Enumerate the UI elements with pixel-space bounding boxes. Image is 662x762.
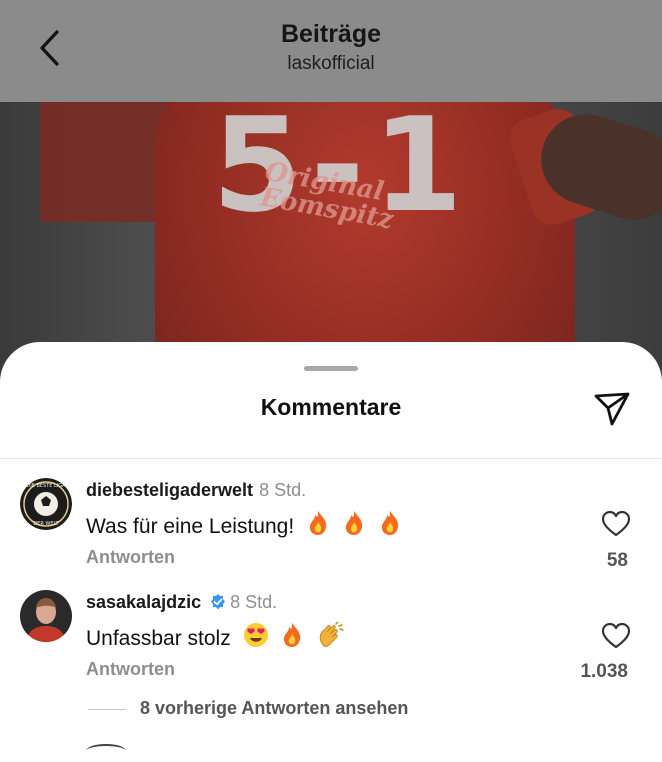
next-reply-avatar [86, 744, 126, 758]
like-count: 58 [606, 550, 628, 571]
app-header: Beiträge laskofficial [0, 0, 662, 102]
comment-time: 8 Std. [259, 480, 307, 500]
avatar[interactable] [20, 590, 72, 642]
like-count: 1.038 [580, 661, 628, 682]
fire-icon [306, 510, 330, 542]
avatar[interactable]: DIE BESTE LIGA DER WELT [20, 478, 72, 530]
user-avatar [20, 590, 72, 642]
replies-connector-line [88, 709, 126, 710]
share-button[interactable] [592, 388, 632, 428]
comment-text-line: Was für eine Leistung! [86, 510, 402, 542]
fire-icon [378, 510, 402, 542]
comment-text: Was für eine Leistung! [86, 515, 295, 538]
verified-badge-icon [209, 593, 227, 616]
heart-icon [601, 622, 631, 649]
comment-username[interactable]: diebesteligaderwelt [86, 480, 253, 500]
fire-icon [280, 622, 304, 654]
comment-time: 8 Std. [230, 592, 278, 612]
drag-handle[interactable] [304, 366, 358, 371]
clapping-hands-icon [316, 621, 345, 654]
like-button[interactable] [601, 510, 631, 537]
fire-icon [342, 510, 366, 542]
view-replies-label: 8 vorherige Antworten ansehen [140, 698, 409, 718]
league-logo-avatar: DIE BESTE LIGA DER WELT [20, 478, 72, 530]
reply-button[interactable]: Antworten [86, 659, 175, 680]
divider [0, 458, 662, 459]
like-button[interactable] [601, 622, 631, 649]
send-icon [594, 392, 630, 426]
page-title: Beiträge [280, 20, 382, 48]
heart-eyes-emoji-icon [243, 622, 269, 654]
comment-username[interactable]: sasakalajdzic [86, 592, 201, 612]
svg-text:DER WELT: DER WELT [33, 521, 59, 527]
comment-text-line: Unfassbar stolz [86, 621, 345, 654]
sheet-title: Kommentare [260, 394, 402, 420]
heart-icon [601, 510, 631, 537]
account-name[interactable]: laskofficial [0, 53, 662, 75]
comment-username-line: sasakalajdzic 8 Std. [86, 592, 277, 616]
comment-text: Unfassbar stolz [86, 627, 231, 650]
svg-text:DIE BESTE LIGA: DIE BESTE LIGA [26, 483, 66, 489]
reply-button[interactable]: Antworten [86, 547, 175, 568]
comment-username-line: diebesteligaderwelt 8 Std. [86, 480, 306, 501]
